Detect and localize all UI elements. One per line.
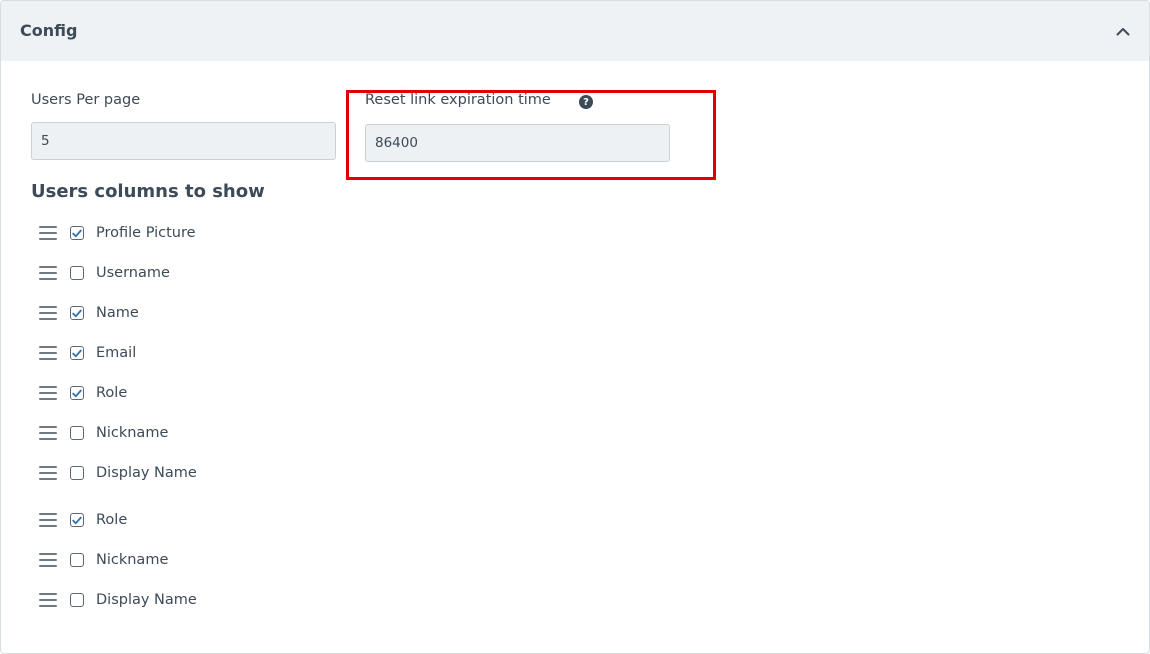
column-row: Nickname (39, 421, 168, 445)
column-checkbox[interactable] (70, 593, 84, 607)
users-per-page-label: Users Per page (31, 92, 141, 108)
drag-handle-icon[interactable] (39, 386, 57, 400)
checkmark-icon (72, 309, 82, 317)
checkmark-icon (72, 349, 82, 357)
drag-handle-icon[interactable] (39, 593, 57, 607)
column-row: Display Name (39, 588, 197, 612)
column-checkbox[interactable] (70, 386, 84, 400)
column-label: Profile Picture (96, 225, 196, 241)
column-checkbox[interactable] (70, 226, 84, 240)
column-checkbox[interactable] (70, 513, 84, 527)
column-label: Display Name (96, 465, 197, 481)
column-label: Role (96, 512, 128, 528)
panel-title: Config (20, 21, 78, 40)
reset-link-label: Reset link expiration time (365, 92, 551, 108)
column-label: Role (96, 385, 128, 401)
drag-handle-icon[interactable] (39, 513, 57, 527)
column-row: Profile Picture (39, 221, 196, 245)
column-checkbox[interactable] (70, 553, 84, 567)
column-row: Nickname (39, 548, 168, 572)
column-checkbox[interactable] (70, 346, 84, 360)
checkmark-icon (72, 389, 82, 397)
collapse-button[interactable] (1111, 19, 1135, 43)
column-label: Email (96, 345, 137, 361)
column-checkbox[interactable] (70, 266, 84, 280)
drag-handle-icon[interactable] (39, 346, 57, 360)
drag-handle-icon[interactable] (39, 306, 57, 320)
chevron-up-icon (1116, 27, 1130, 35)
column-row: Email (39, 341, 136, 365)
checkmark-icon (72, 229, 82, 237)
column-row: Name (39, 301, 139, 325)
column-label: Nickname (96, 425, 169, 441)
drag-handle-icon[interactable] (39, 266, 57, 280)
column-label: Display Name (96, 592, 197, 608)
column-row: Role (39, 508, 127, 532)
columns-section-title: Users columns to show (31, 181, 265, 202)
column-label: Name (96, 305, 139, 321)
drag-handle-icon[interactable] (39, 466, 57, 480)
column-checkbox[interactable] (70, 306, 84, 320)
drag-handle-icon[interactable] (39, 226, 57, 240)
panel-header[interactable]: Config (1, 1, 1149, 61)
checkmark-icon (72, 516, 82, 524)
drag-handle-icon[interactable] (39, 553, 57, 567)
reset-link-input[interactable] (365, 124, 670, 162)
drag-handle-icon[interactable] (39, 426, 57, 440)
column-checkbox[interactable] (70, 426, 84, 440)
column-label: Nickname (96, 552, 169, 568)
column-row: Display Name (39, 461, 197, 485)
column-checkbox[interactable] (70, 466, 84, 480)
config-panel: Config Users Per page Reset link expirat… (0, 0, 1150, 654)
users-per-page-input[interactable] (31, 122, 336, 160)
column-row: Role (39, 381, 127, 405)
column-label: Username (96, 265, 170, 281)
column-row: Username (39, 261, 170, 285)
help-icon[interactable]: ? (579, 95, 593, 109)
